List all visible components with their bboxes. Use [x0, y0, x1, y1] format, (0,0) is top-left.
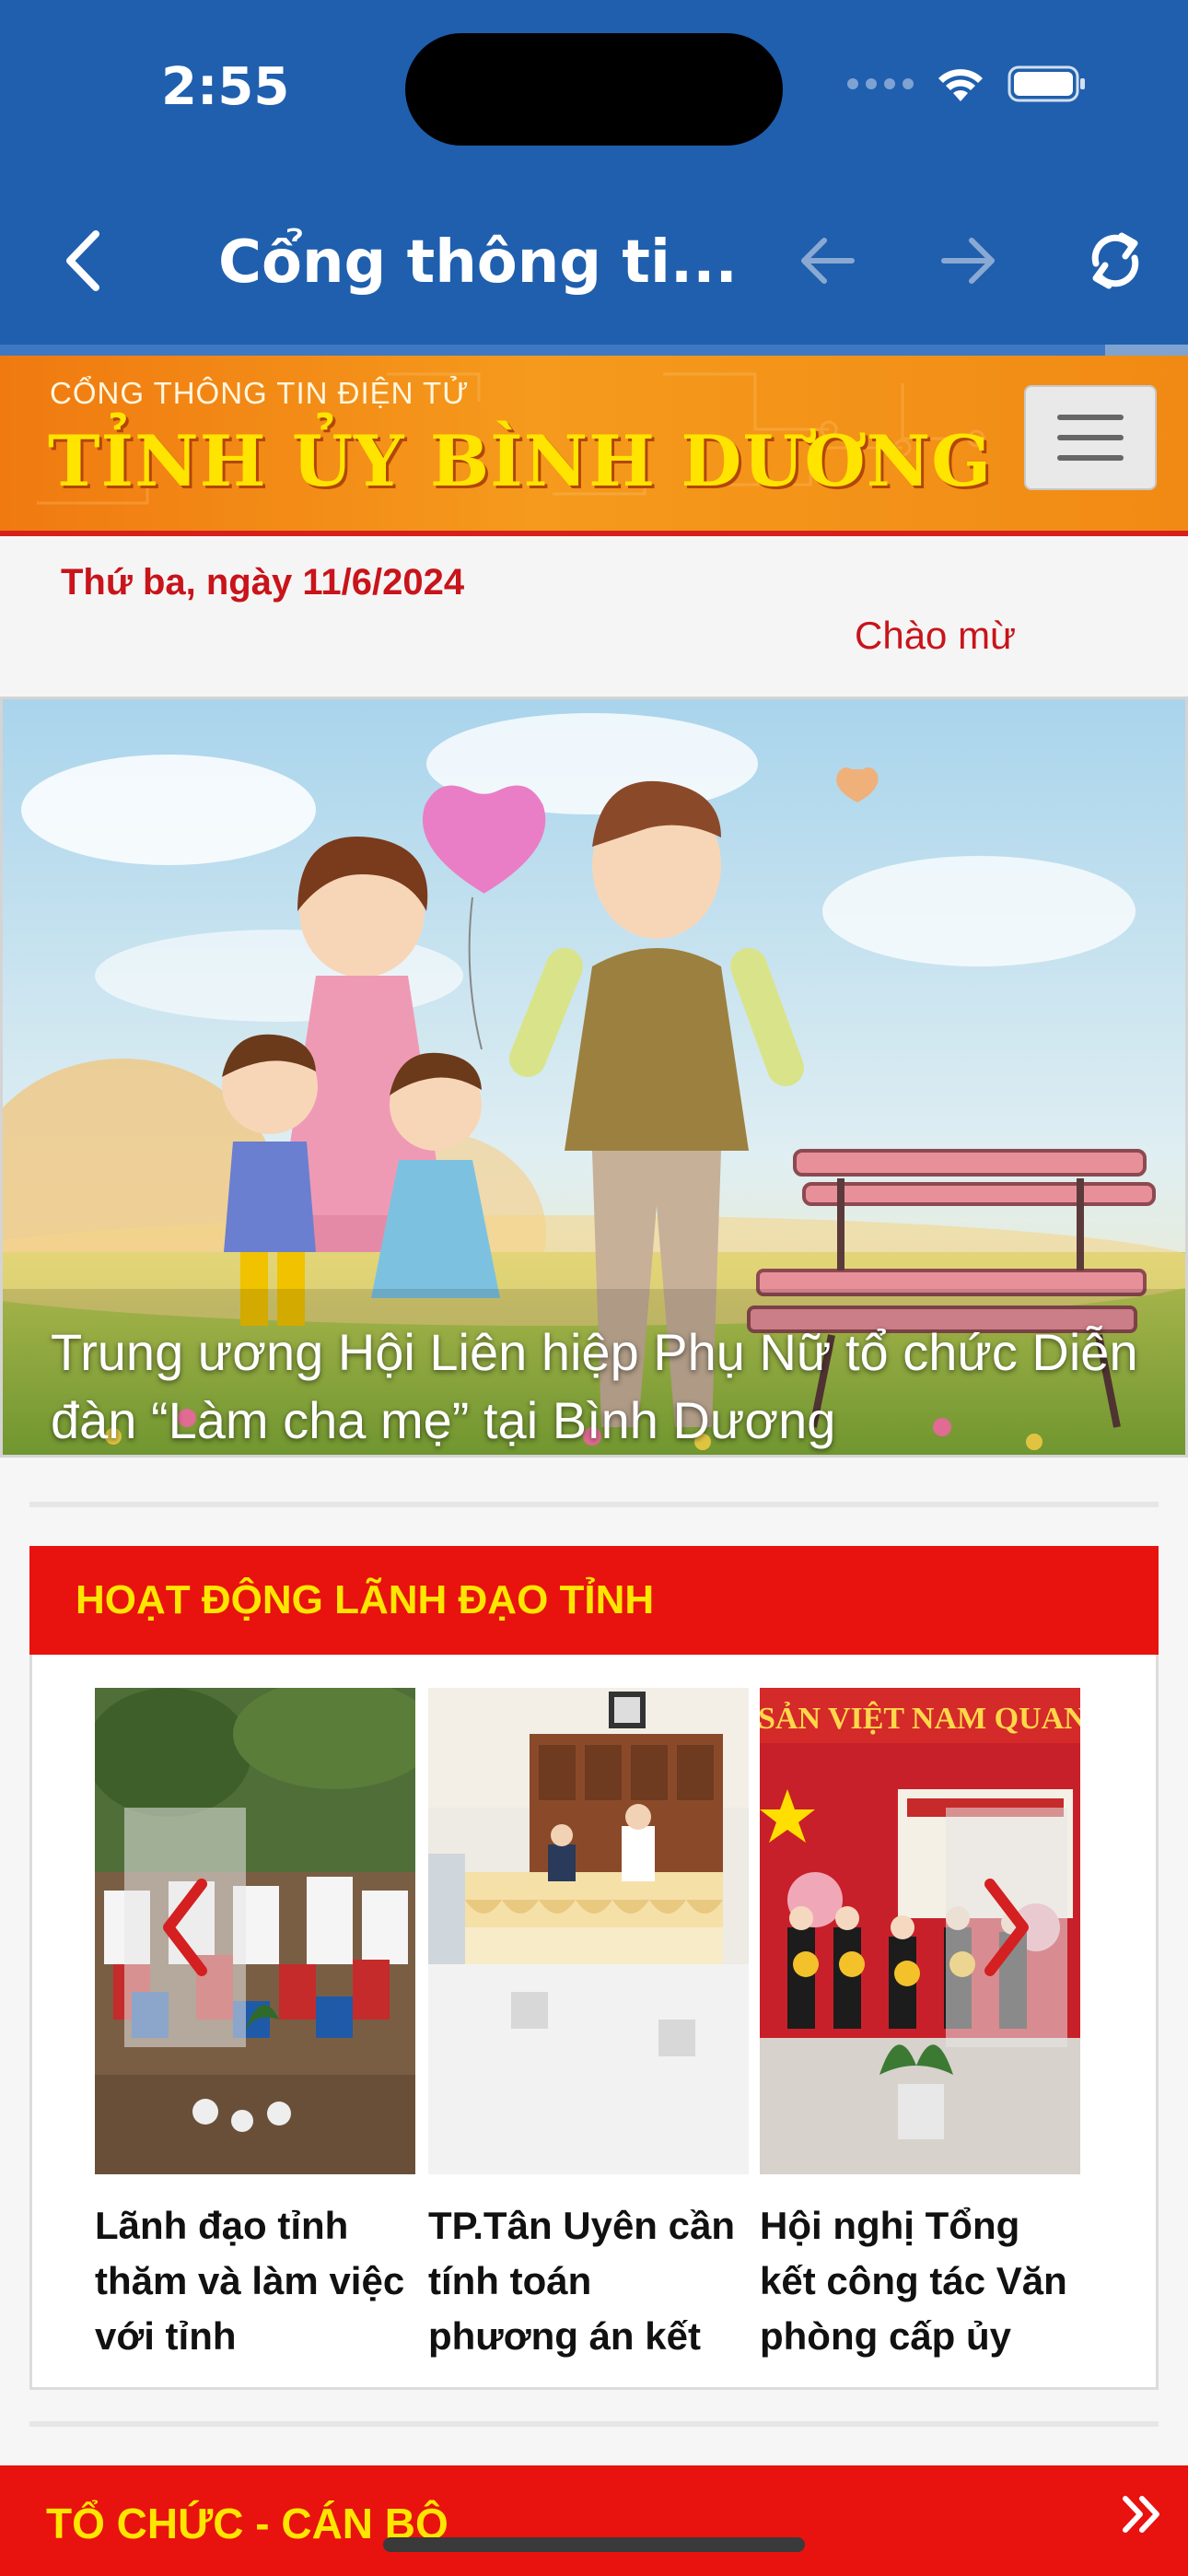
- hero-caption[interactable]: Trung ương Hội Liên hiệp Phụ Nữ tổ chức …: [51, 1318, 1156, 1455]
- banner-title: TỈNH ỦY BÌNH DƯƠNG: [48, 420, 993, 502]
- wifi-icon: [938, 69, 983, 101]
- arrow-left-icon: [801, 238, 855, 284]
- banner-subtitle: CỔNG THÔNG TIN ĐIỆN TỬ: [50, 376, 470, 410]
- section-header-organization[interactable]: TỔ CHỨC - CÁN BỘ: [0, 2465, 1188, 2576]
- section-header-leadership[interactable]: HOẠT ĐỘNG LÃNH ĐẠO TỈNH: [29, 1546, 1159, 1655]
- leadership-carousel: Lãnh đạo tỉnh thăm và làm việc với tỉnh: [29, 1655, 1159, 2390]
- dynamic-island: [405, 33, 783, 146]
- hamburger-menu-button[interactable]: [1024, 385, 1157, 490]
- status-time: 2:55: [161, 57, 290, 117]
- hero-article[interactable]: Trung ương Hội Liên hiệp Phụ Nữ tổ chức …: [0, 697, 1188, 1458]
- news-card-title[interactable]: TP.Tân Uyên cần tính toán phương án kết: [428, 2198, 749, 2364]
- chevron-left-icon: [163, 1879, 207, 1976]
- hamburger-icon: [1057, 415, 1124, 420]
- home-indicator[interactable]: [383, 2537, 805, 2552]
- browser-app: 2:55 Cổng thông ti... CỔNG THÔNG TIN ĐIỆ…: [0, 0, 1188, 2576]
- carousel-next-button[interactable]: [946, 1808, 1067, 2047]
- status-icons: [847, 64, 1087, 103]
- carousel-prev-button[interactable]: [124, 1808, 246, 2047]
- section-divider: [29, 2421, 1159, 2427]
- section-title: HOẠT ĐỘNG LÃNH ĐẠO TỈNH: [76, 1577, 655, 1622]
- battery-icon: [1007, 65, 1085, 102]
- chevron-right-icon: [984, 1879, 1029, 1976]
- page-title: Cổng thông ti...: [218, 228, 738, 297]
- arrow-right-icon: [941, 238, 995, 284]
- reload-button[interactable]: [1074, 219, 1157, 302]
- section-divider: [29, 1502, 1159, 1507]
- chevron-left-icon: [66, 230, 99, 291]
- back-button[interactable]: [42, 219, 125, 302]
- current-date: Thứ ba, ngày 11/6/2024: [61, 562, 465, 603]
- news-card-title[interactable]: Lãnh đạo tỉnh thăm và làm việc với tỉnh: [95, 2198, 415, 2364]
- news-card-title[interactable]: Hội nghị Tổng kết công tác Văn phòng cấp…: [760, 2198, 1080, 2364]
- cellular-signal-icon: [847, 78, 914, 89]
- double-chevron-right-icon[interactable]: [1120, 2493, 1162, 2535]
- site-banner: CỔNG THÔNG TIN ĐIỆN TỬ TỈNH ỦY BÌNH DƯƠN…: [0, 356, 1188, 536]
- page-load-progress: [0, 345, 1188, 356]
- date-bar: Thứ ba, ngày 11/6/2024 Chào mừ: [0, 536, 1188, 700]
- news-card[interactable]: TP.Tân Uyên cần tính toán phương án kết: [428, 1688, 749, 2364]
- news-card-image: [428, 1688, 749, 2174]
- welcome-marquee: Chào mừ: [855, 614, 1017, 657]
- banner-slogan-text: SẢN VIỆT NAM QUANG V: [760, 1701, 1080, 1736]
- progress-fill: [1104, 345, 1188, 356]
- refresh-icon: [1091, 232, 1139, 289]
- page-back-button[interactable]: [785, 219, 868, 302]
- nav-bar: 2:55 Cổng thông ti...: [0, 0, 1188, 356]
- page-forward-button[interactable]: [928, 219, 1011, 302]
